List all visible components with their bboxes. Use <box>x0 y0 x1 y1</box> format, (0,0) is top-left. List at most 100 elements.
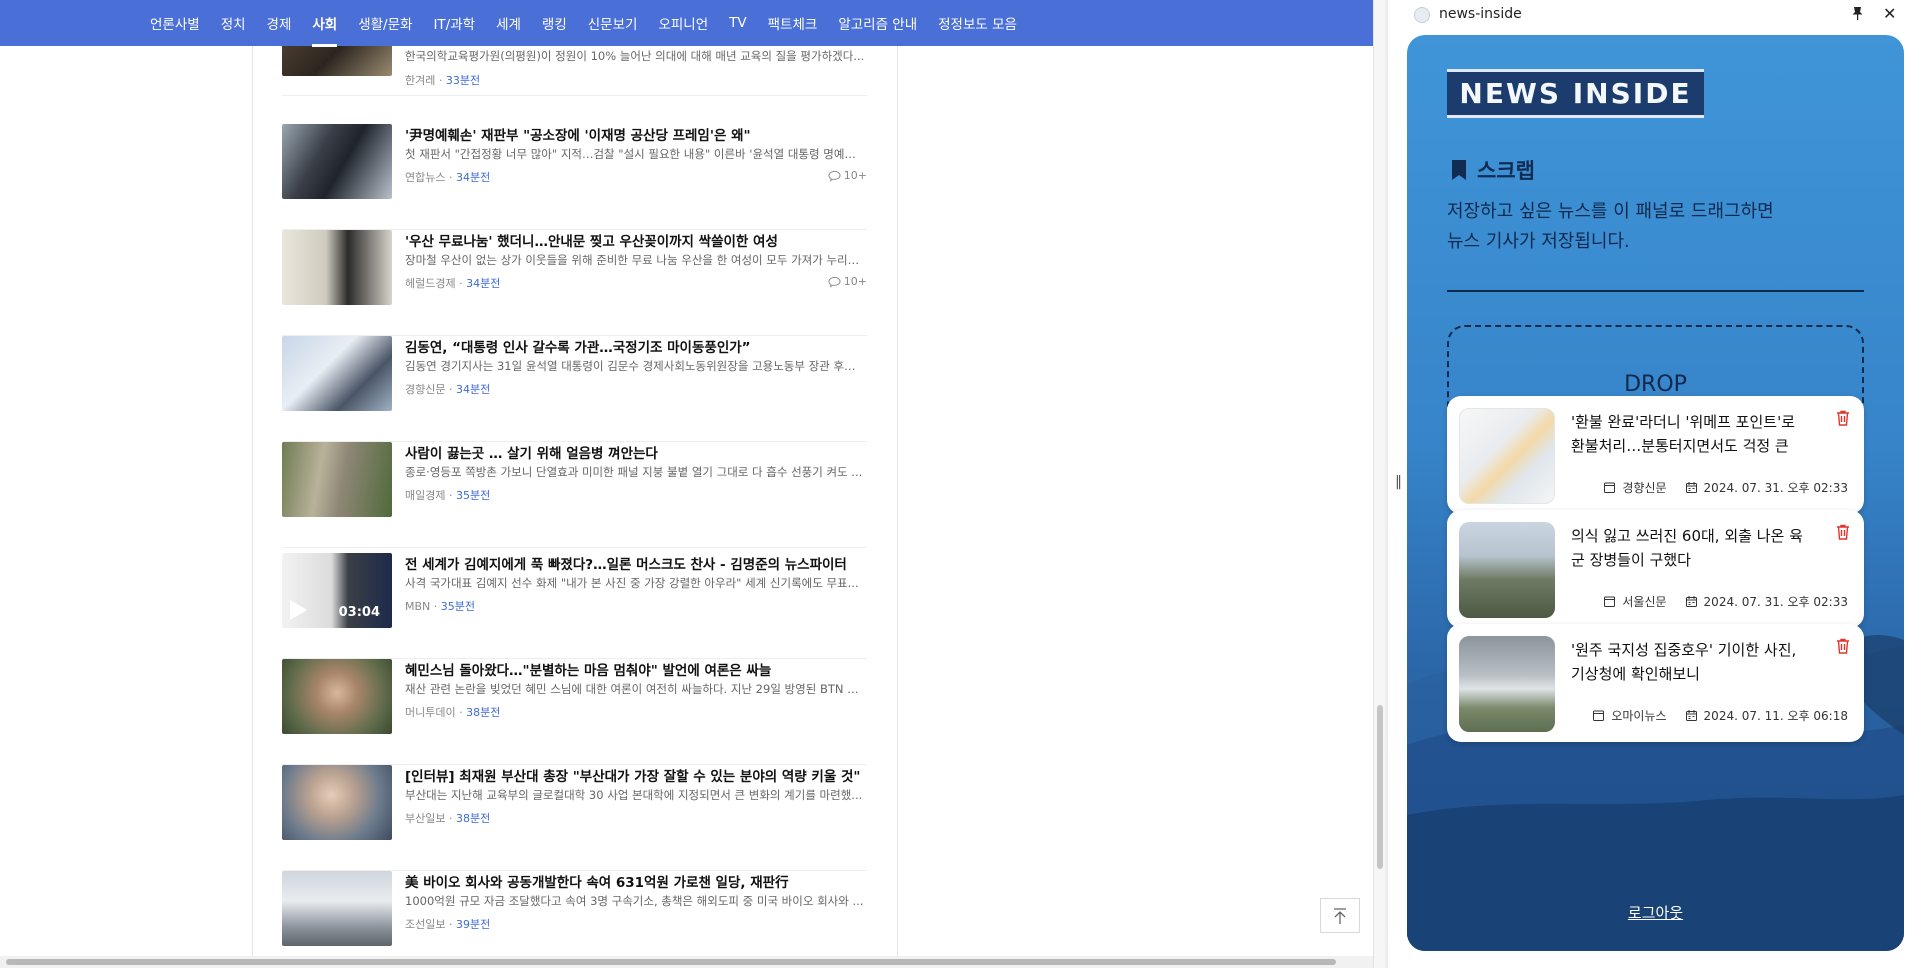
scrap-title[interactable]: '원주 국지성 집중호우' 기이한 사진, 기상청에 확인해보니 <box>1571 638 1811 686</box>
news-item[interactable]: 사람이 끓는곳 … 살기 위해 얼음병 껴안는다 종로·영등포 쪽방촌 가보니 … <box>282 442 867 548</box>
comment-count-label: 10+ <box>843 275 867 288</box>
column-divider-left <box>252 46 253 968</box>
divider-line <box>1447 290 1864 292</box>
scroll-to-top-button[interactable] <box>1320 898 1360 933</box>
scrap-meta: 서울신문 2024. 07. 31. 오후 02:33 <box>1603 593 1848 610</box>
nav-item[interactable]: 랭킹 <box>542 13 567 33</box>
news-time: 38분전 <box>455 812 491 825</box>
news-desc: 재산 관련 논란을 빚었던 혜민 스님에 대한 여론이 여전히 싸늘하다. 지난… <box>405 682 865 696</box>
nav-item[interactable]: 생활/문화 <box>358 13 412 33</box>
trash-icon[interactable] <box>1836 524 1850 544</box>
horizontal-scrollbar[interactable] <box>0 956 1373 968</box>
play-icon[interactable] <box>290 600 307 620</box>
nav-item[interactable]: 사회 <box>312 13 337 47</box>
nav-item[interactable]: 언론사별 <box>150 13 200 33</box>
panel-divider <box>1385 0 1388 968</box>
vertical-scrollbar[interactable] <box>1373 0 1385 968</box>
scrap-thumbnail[interactable] <box>1459 522 1555 618</box>
news-thumbnail[interactable] <box>282 336 392 411</box>
video-thumbnail[interactable]: 03:04 <box>282 553 392 628</box>
scrollbar-thumb[interactable] <box>1377 705 1383 869</box>
nav-item[interactable]: 알고리즘 안내 <box>838 13 917 33</box>
scrap-source: 경향신문 <box>1622 481 1667 495</box>
close-icon[interactable]: ✕ <box>1883 4 1896 23</box>
news-item[interactable]: '우산 무료나눔' 했더니…안내문 찢고 우산꽂이까지 싹쓸이한 여성 장마철 … <box>282 230 867 336</box>
news-title[interactable]: '尹명예훼손' 재판부 "공소장에 '이재명 공산당 프레임'은 왜" <box>405 124 865 144</box>
scrollbar-thumb[interactable] <box>6 959 1336 965</box>
side-panel-title: news-inside <box>1439 6 1522 22</box>
news-source[interactable]: 한겨레 <box>405 74 435 87</box>
newspaper-icon <box>1593 710 1605 721</box>
news-title[interactable]: 사람이 끓는곳 … 살기 위해 얼음병 껴안는다 <box>405 442 865 462</box>
news-desc: 종로·영등포 쪽방촌 가보니 단열효과 미미한 패널 지붕 불볕 열기 그대로 … <box>405 465 863 479</box>
news-time: 34분전 <box>455 383 491 396</box>
comment-count-label: 10+ <box>843 169 867 182</box>
news-source[interactable]: 머니투데이 <box>405 706 456 719</box>
news-source[interactable]: 부산일보 <box>405 812 445 825</box>
news-title[interactable]: 혜민스님 돌아왔다…"분별하는 마음 멈춰야" 발언에 여론은 싸늘 <box>405 659 865 679</box>
news-item[interactable]: '尹명예훼손' 재판부 "공소장에 '이재명 공산당 프레임'은 왜" 첫 재판… <box>282 124 867 230</box>
news-meta: 부산일보 · 38분전 <box>405 812 491 825</box>
nav-item[interactable]: 경제 <box>267 13 292 33</box>
nav-item[interactable]: 팩트체크 <box>768 13 818 33</box>
nav-item[interactable]: 신문보기 <box>588 13 638 33</box>
scrap-meta: 오마이뉴스 2024. 07. 11. 오후 06:18 <box>1592 707 1848 724</box>
scrap-source: 서울신문 <box>1622 595 1667 609</box>
news-source[interactable]: MBN <box>405 600 430 613</box>
nav-item[interactable]: TV <box>729 15 746 31</box>
calendar-icon <box>1685 482 1697 493</box>
scrap-title[interactable]: '환불 완료'라더니 '위메프 포인트'로 환불처리…분통터지면서도 걱정 큰 … <box>1571 410 1811 458</box>
news-time: 38분전 <box>466 706 501 719</box>
logout-link[interactable]: 로그아웃 <box>1407 902 1904 923</box>
nav-item[interactable]: IT/과학 <box>433 13 475 33</box>
nav-item[interactable]: 정정보도 모음 <box>938 13 1017 33</box>
news-source[interactable]: 매일경제 <box>405 489 445 502</box>
news-thumbnail[interactable] <box>282 765 392 840</box>
news-title[interactable]: 김동연, “대통령 인사 갈수록 가관…국정기조 마이동풍인가” <box>405 336 865 356</box>
news-item[interactable]: 혜민스님 돌아왔다…"분별하는 마음 멈춰야" 발언에 여론은 싸늘 재산 관련… <box>282 659 867 765</box>
news-meta: 헤럴드경제 · 34분전 <box>405 277 501 290</box>
nav-item[interactable]: 세계 <box>496 13 521 33</box>
news-title[interactable]: [인터뷰] 최재원 부산대 총장 "부산대가 가장 잘할 수 있는 분야의 역량… <box>405 765 865 785</box>
news-item[interactable]: 김동연, “대통령 인사 갈수록 가관…국정기조 마이동풍인가” 김동연 경기지… <box>282 336 867 442</box>
scrap-card[interactable]: 의식 잃고 쓰러진 60대, 외출 나온 육군 장병들이 구했다 서울신문 20… <box>1447 510 1864 628</box>
scrap-heading-label: 스크랩 <box>1477 159 1535 183</box>
news-title[interactable]: 전 세계가 김예지에게 푹 빠졌다?…일론 머스크도 찬사 - 김명준의 뉴스파… <box>405 553 865 573</box>
scrap-card[interactable]: '원주 국지성 집중호우' 기이한 사진, 기상청에 확인해보니 오마이뉴스 2… <box>1447 624 1864 742</box>
trash-icon[interactable] <box>1836 638 1850 658</box>
calendar-icon <box>1685 710 1697 721</box>
comment-count[interactable]: 10+ <box>828 275 867 288</box>
news-source[interactable]: 헤럴드경제 <box>405 277 456 290</box>
scrap-source: 오마이뉴스 <box>1611 709 1667 723</box>
news-source[interactable]: 조선일보 <box>405 918 445 931</box>
news-title[interactable]: '우산 무료나눔' 했더니…안내문 찢고 우산꽂이까지 싹쓸이한 여성 <box>405 230 865 250</box>
news-item[interactable]: [인터뷰] 최재원 부산대 총장 "부산대가 가장 잘할 수 있는 분야의 역량… <box>282 765 867 871</box>
nav-item[interactable]: 정치 <box>221 13 246 33</box>
news-time: 35분전 <box>455 489 491 502</box>
scrap-date: 2024. 07. 31. 오후 02:33 <box>1703 595 1848 609</box>
scrap-meta: 경향신문 2024. 07. 31. 오후 02:33 <box>1603 479 1848 496</box>
comment-count[interactable]: 10+ <box>828 169 867 182</box>
comment-icon <box>828 170 841 182</box>
scrap-thumbnail[interactable] <box>1459 408 1555 504</box>
news-thumbnail[interactable] <box>282 871 392 946</box>
news-thumbnail[interactable] <box>282 659 392 734</box>
nav-item[interactable]: 오피니언 <box>658 13 708 33</box>
news-source[interactable]: 연합뉴스 <box>405 171 445 184</box>
calendar-icon <box>1685 596 1697 607</box>
news-item[interactable]: 03:04 전 세계가 김예지에게 푹 빠졌다?…일론 머스크도 찬사 - 김명… <box>282 553 867 659</box>
news-time: 34분전 <box>455 171 491 184</box>
scrap-card[interactable]: '환불 완료'라더니 '위메프 포인트'로 환불처리…분통터지면서도 걱정 큰 … <box>1447 396 1864 514</box>
scrap-thumbnail[interactable] <box>1459 636 1555 732</box>
news-source[interactable]: 경향신문 <box>405 383 445 396</box>
news-thumbnail[interactable] <box>282 230 392 305</box>
news-title[interactable]: 美 바이오 회사와 공동개발한다 속여 631억원 가로챈 일당, 재판行 <box>405 871 865 891</box>
news-thumbnail[interactable] <box>282 442 392 517</box>
news-thumbnail[interactable] <box>282 124 392 199</box>
resize-handle-icon[interactable]: ‖ <box>1395 474 1402 490</box>
pin-icon[interactable] <box>1851 6 1864 25</box>
news-item[interactable]: 美 바이오 회사와 공동개발한다 속여 631억원 가로챈 일당, 재판行 10… <box>282 871 867 951</box>
trash-icon[interactable] <box>1836 410 1850 430</box>
scrap-description: 저장하고 싶은 뉴스를 이 패널로 드래그하면 뉴스 기사가 저장됩니다. <box>1447 197 1867 257</box>
scrap-title[interactable]: 의식 잃고 쓰러진 60대, 외출 나온 육군 장병들이 구했다 <box>1571 524 1811 572</box>
